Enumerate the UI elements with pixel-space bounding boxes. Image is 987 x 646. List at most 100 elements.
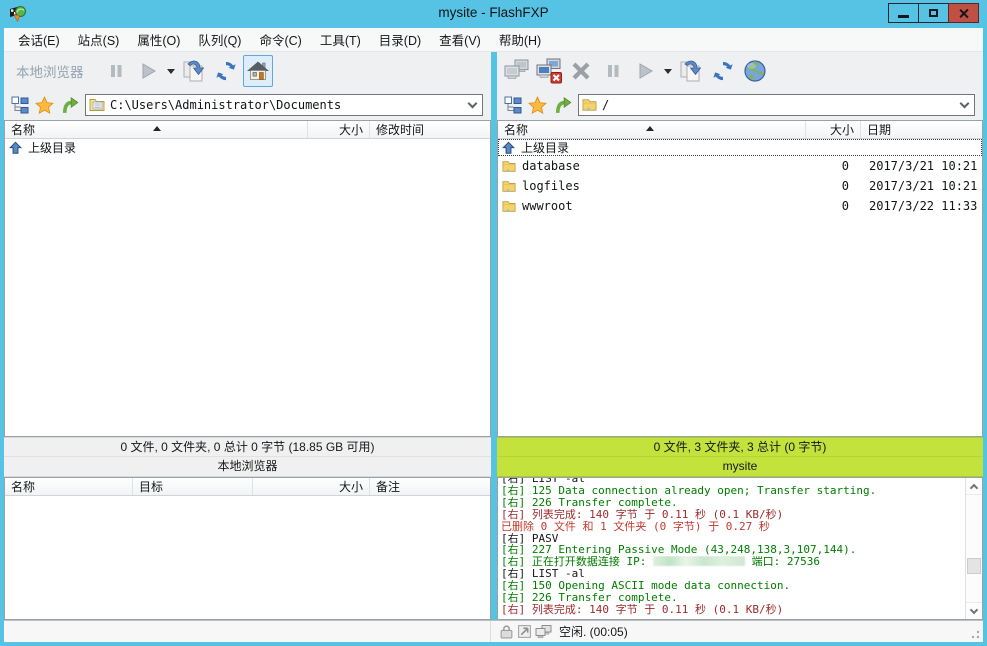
transfer-queue-icon xyxy=(678,58,704,84)
remote-tree-view-button[interactable] xyxy=(500,93,525,117)
star-icon xyxy=(528,96,547,115)
remote-path-combobox[interactable]: / xyxy=(578,94,975,116)
pause-icon xyxy=(107,62,125,80)
log-line: [右] 150 Opening ASCII mode data connecti… xyxy=(501,580,964,592)
scroll-up-button[interactable] xyxy=(966,478,982,495)
remote-column-name[interactable]: 名称 xyxy=(498,121,806,138)
up-directory-icon xyxy=(502,141,515,155)
refresh-remote-button[interactable] xyxy=(708,55,738,87)
minimize-button[interactable] xyxy=(888,3,919,23)
remote-file-row[interactable]: wwwroot02017/3/22 11:33 xyxy=(498,196,982,216)
home-folder-button[interactable] xyxy=(243,55,273,87)
local-path-dropdown[interactable] xyxy=(463,95,482,115)
queue-transfer-button[interactable] xyxy=(179,55,209,87)
log-line: [右] 226 Transfer complete. xyxy=(501,497,964,509)
maximize-button[interactable] xyxy=(918,3,949,23)
folder-icon xyxy=(502,180,516,193)
home-icon xyxy=(246,59,270,83)
local-path-value[interactable]: C:\Users\Administrator\Documents xyxy=(105,98,463,112)
up-arrow-icon xyxy=(553,96,572,115)
transfer-queue-icon xyxy=(181,58,207,84)
remote-go-up-button[interactable] xyxy=(550,93,575,117)
local-status-summary: 0 文件, 0 文件夹, 0 总计 0 字节 (18.85 GB 可用) xyxy=(4,438,491,457)
menu-help[interactable]: 帮助(H) xyxy=(490,27,550,52)
queue-column-target[interactable]: 目标 xyxy=(133,478,253,495)
globe-icon xyxy=(743,59,767,83)
menu-view[interactable]: 查看(V) xyxy=(430,27,490,52)
local-go-up-button[interactable] xyxy=(57,93,82,117)
remote-transfer-dropdown-icon[interactable] xyxy=(664,69,672,74)
local-column-modified[interactable]: 修改时间 xyxy=(370,121,490,138)
lock-icon xyxy=(499,624,514,639)
remote-column-date[interactable]: 日期 xyxy=(861,121,982,138)
chevron-down-icon xyxy=(468,98,478,108)
title-bar: mysite - FlashFXP xyxy=(0,0,987,28)
local-column-size[interactable]: 大小 xyxy=(308,121,370,138)
refresh-local-button[interactable] xyxy=(211,55,241,87)
up-arrow-icon xyxy=(60,96,79,115)
menu-sites[interactable]: 站点(S) xyxy=(69,27,129,52)
status-bar-left-section xyxy=(4,621,491,642)
remote-path-value[interactable]: / xyxy=(597,98,955,112)
menu-session[interactable]: 会话(E) xyxy=(9,27,69,52)
remote-favorites-button[interactable] xyxy=(525,93,550,117)
close-button[interactable] xyxy=(948,3,979,23)
local-status-info: 0 文件, 0 文件夹, 0 总计 0 字节 (18.85 GB 可用) 本地浏… xyxy=(4,437,491,477)
abort-button[interactable] xyxy=(566,55,596,87)
queue-header: 名称 目标 大小 备注 xyxy=(5,478,490,496)
menu-directory[interactable]: 目录(D) xyxy=(370,27,430,52)
disconnect-icon xyxy=(535,58,563,84)
queue-column-name[interactable]: 名称 xyxy=(5,478,133,495)
chevron-down-icon xyxy=(960,98,970,108)
log-line: 已删除 0 文件 和 1 文件夹 (0 字节) 于 0.27 秒 xyxy=(501,521,964,533)
menu-commands[interactable]: 命令(C) xyxy=(250,27,310,52)
local-tree-view-button[interactable] xyxy=(7,93,32,117)
queue-list-empty[interactable] xyxy=(5,496,490,619)
transfer-dropdown-icon[interactable] xyxy=(167,69,175,74)
log-line: [右] PASV xyxy=(501,533,964,545)
local-parent-dir-row[interactable]: 上级目录 xyxy=(5,139,490,156)
folder-icon xyxy=(502,160,516,173)
queue-column-size[interactable]: 大小 xyxy=(253,478,370,495)
start-transfer-button[interactable] xyxy=(133,55,163,87)
remote-path-dropdown[interactable] xyxy=(955,95,974,115)
connect-button[interactable] xyxy=(502,55,532,87)
pause-icon xyxy=(604,62,622,80)
log-line: [右] 227 Entering Passive Mode (43,248,13… xyxy=(501,544,964,556)
log-line: [右] 正在打开数据连接 IP: 端口: 27536 xyxy=(501,556,964,568)
local-favorites-button[interactable] xyxy=(32,93,57,117)
refresh-icon xyxy=(214,59,238,83)
disconnect-button[interactable] xyxy=(534,55,564,87)
scroll-down-button[interactable] xyxy=(966,602,982,619)
idle-status-text: 空闲. (00:05) xyxy=(559,623,628,640)
local-toolbar: 本地浏览器 xyxy=(4,52,491,90)
play-icon xyxy=(635,61,655,81)
remote-parent-dir-row[interactable]: 上级目录 xyxy=(498,139,982,156)
log-line: [右] 226 Transfer complete. xyxy=(501,592,964,604)
masked-ip xyxy=(653,556,745,566)
remote-list-header: 名称 大小 日期 xyxy=(498,121,982,139)
scrollbar-thumb[interactable] xyxy=(967,558,981,574)
local-address-bar: C:\Users\Administrator\Documents xyxy=(4,90,491,120)
menu-tools[interactable]: 工具(T) xyxy=(311,27,370,52)
remote-start-button[interactable] xyxy=(630,55,660,87)
pause-transfer-button[interactable] xyxy=(101,55,131,87)
local-path-combobox[interactable]: C:\Users\Administrator\Documents xyxy=(85,94,483,116)
menu-options[interactable]: 属性(O) xyxy=(128,27,189,52)
remote-column-size[interactable]: 大小 xyxy=(806,121,861,138)
site-web-button[interactable] xyxy=(740,55,770,87)
transfer-log-panel: [右] LIST -al[右] 125 Data connection alre… xyxy=(497,477,983,620)
menu-queue[interactable]: 队列(Q) xyxy=(189,27,250,52)
log-line: [右] LIST -al xyxy=(501,477,964,485)
queue-panel: 名称 目标 大小 备注 xyxy=(4,477,491,620)
remote-queue-transfer-button[interactable] xyxy=(676,55,706,87)
resize-grip[interactable] xyxy=(970,629,980,639)
local-column-name[interactable]: 名称 xyxy=(5,121,308,138)
remote-file-row[interactable]: database02017/3/21 10:21 xyxy=(498,156,982,176)
remote-pause-button[interactable] xyxy=(598,55,628,87)
log-scrollbar[interactable] xyxy=(965,478,982,619)
queue-column-remark[interactable]: 备注 xyxy=(370,478,490,495)
remote-file-row[interactable]: logfiles02017/3/21 10:21 xyxy=(498,176,982,196)
remote-panel: / 名称 大小 日期 xyxy=(497,52,983,620)
tree-view-icon xyxy=(11,96,29,114)
